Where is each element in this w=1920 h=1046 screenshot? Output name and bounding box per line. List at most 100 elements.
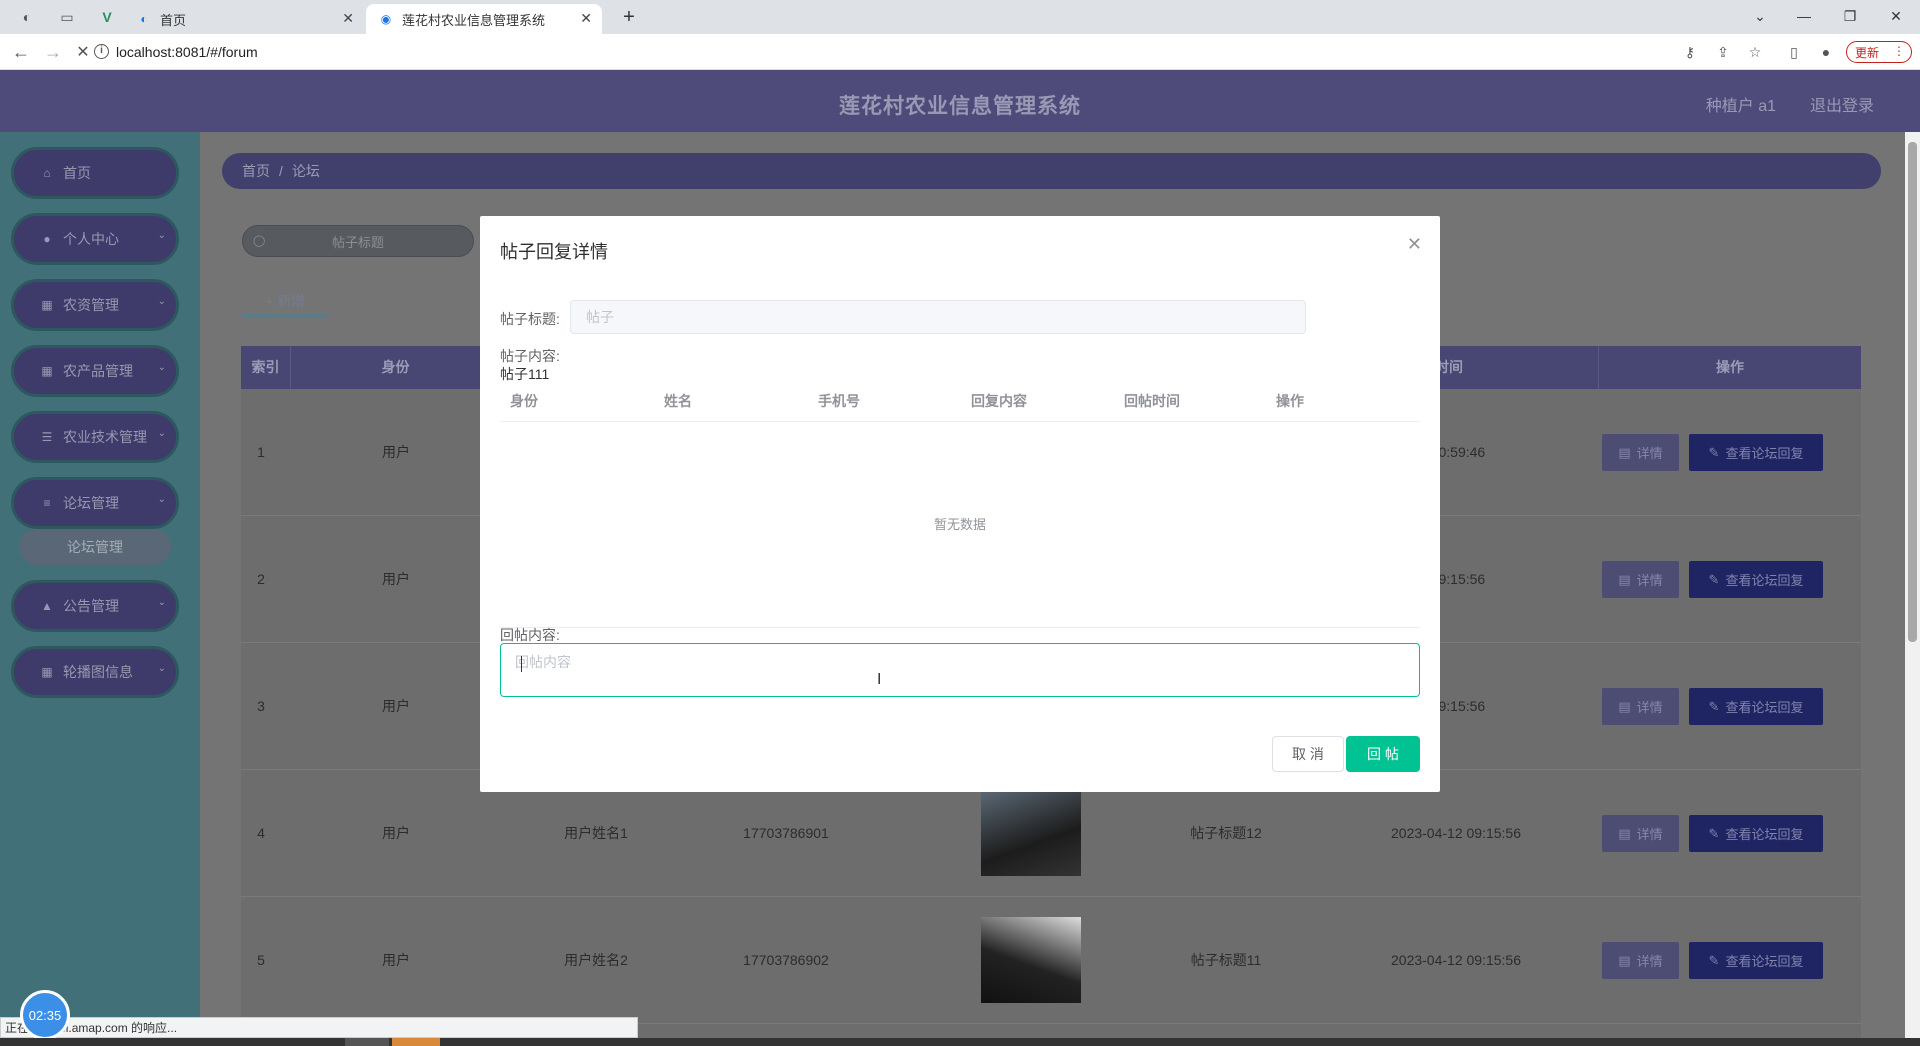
- breadcrumb-separator: /: [279, 163, 283, 179]
- add-button[interactable]: + 新增: [242, 287, 328, 317]
- submit-reply-button[interactable]: 回 帖: [1346, 736, 1420, 772]
- breadcrumb-home[interactable]: 首页: [242, 161, 270, 181]
- col-actions: 操作: [1276, 393, 1304, 409]
- back-icon[interactable]: ←: [10, 41, 32, 63]
- doc-icon: ▤: [1618, 952, 1631, 968]
- star-icon[interactable]: ☆: [1745, 42, 1765, 62]
- minimize-icon[interactable]: —: [1784, 4, 1824, 28]
- grid-icon: ▦: [41, 298, 53, 312]
- reply-detail-dialog: 帖子回复详情 ✕ 帖子标题: 帖子 帖子内容: 帖子111 身份 姓名 手机号 …: [480, 216, 1440, 792]
- sidebar-item-profile[interactable]: ● 个人中心 ⌄: [11, 213, 179, 265]
- address-bar: ← → ✕ i localhost:8081/#/forum ⚷ ⇪ ☆ ▯ ●…: [0, 34, 1920, 70]
- reply-textarea[interactable]: 回帖内容: [500, 643, 1420, 697]
- profile-icon[interactable]: ●: [1816, 42, 1836, 62]
- col-reply-content: 回复内容: [971, 393, 1027, 409]
- url-field[interactable]: localhost:8081/#/forum: [116, 41, 258, 63]
- cell-role: 用户: [382, 444, 410, 460]
- view-replies-button[interactable]: ✎ 查看论坛回复: [1689, 942, 1823, 979]
- edit-icon: ✎: [1708, 825, 1720, 841]
- col-actions: 操作: [1716, 359, 1744, 375]
- close-icon[interactable]: ✕: [1407, 234, 1422, 255]
- tab-search-icon[interactable]: ⌄: [1740, 4, 1780, 28]
- sidebar-item-notice[interactable]: ▲ 公告管理 ⌄: [11, 580, 179, 632]
- sidebar: ⌂ 首页 ● 个人中心 ⌄ ▦ 农资管理 ⌄ ▦ 农产品管理 ⌄ ☰ 农业技术管…: [0, 132, 200, 1046]
- post-content-label: 帖子内容:: [500, 348, 560, 364]
- chevron-down-icon: ⌄: [157, 230, 166, 241]
- dialog-title: 帖子回复详情: [500, 242, 608, 262]
- site-info-icon[interactable]: i: [94, 44, 109, 59]
- user-icon: ●: [43, 232, 51, 246]
- home-icon: ⌂: [43, 166, 51, 180]
- view-replies-button[interactable]: ✎ 查看论坛回复: [1689, 561, 1823, 598]
- col-phone: 手机号: [818, 393, 860, 409]
- sidebar-item-carousel[interactable]: ▦ 轮播图信息 ⌄: [11, 646, 179, 698]
- avatar-image: [981, 790, 1081, 876]
- logout-link[interactable]: 退出登录: [1810, 92, 1874, 116]
- sliders-icon: ☰: [41, 430, 53, 444]
- search-input[interactable]: ◯ 帖子标题: [242, 225, 474, 257]
- breadcrumb: 首页 / 论坛: [222, 153, 1881, 189]
- breadcrumb-current: 论坛: [291, 163, 320, 179]
- col-index: 索引: [241, 346, 291, 389]
- plus-icon: +: [264, 292, 274, 309]
- reply-table-header: 身份 姓名 手机号 回复内容 回帖时间 操作: [500, 380, 1420, 422]
- chevron-down-icon: ⌄: [157, 663, 166, 674]
- view-replies-button[interactable]: ✎ 查看论坛回复: [1689, 815, 1823, 852]
- vue-tab-icon[interactable]: V: [96, 6, 118, 28]
- edit-icon: ✎: [1708, 444, 1720, 460]
- sidebar-item-home[interactable]: ⌂ 首页: [11, 147, 179, 199]
- close-window-icon[interactable]: ✕: [1876, 4, 1916, 28]
- chevron-down-icon: ⌄: [157, 296, 166, 307]
- empty-state: 暂无数据: [500, 422, 1420, 628]
- sidebar-item-tech[interactable]: ☰ 农业技术管理 ⌄: [11, 411, 179, 463]
- restore-icon[interactable]: ❐: [1830, 4, 1870, 28]
- text-caret: [521, 656, 522, 672]
- cancel-button[interactable]: 取 消: [1272, 736, 1344, 772]
- sidebar-item-supplies[interactable]: ▦ 农资管理 ⌄: [11, 279, 179, 331]
- cell-index: 3: [257, 698, 265, 714]
- search-icon: ◯: [253, 235, 266, 247]
- doc-icon: ▤: [1618, 571, 1631, 587]
- chevron-down-icon: ⌄: [157, 597, 166, 608]
- browser-status-bar: 正在...ebapi.amap.com 的响应...: [0, 1017, 638, 1038]
- tab-app[interactable]: ◉ 莲花村农业信息管理系统 ✕: [366, 4, 602, 34]
- col-role: 身份: [291, 346, 501, 389]
- view-replies-button[interactable]: ✎ 查看论坛回复: [1689, 434, 1823, 471]
- post-title-label: 帖子标题:: [500, 311, 560, 327]
- chevron-down-icon: ⌄: [157, 362, 166, 373]
- key-icon[interactable]: ⚷: [1680, 42, 1700, 62]
- submenu-forum-management[interactable]: 论坛管理: [19, 529, 171, 565]
- close-tab-icon[interactable]: ✕: [342, 10, 354, 27]
- edit-icon: ✎: [1708, 952, 1720, 968]
- detail-button[interactable]: ▤ 详情: [1602, 561, 1679, 598]
- detail-button[interactable]: ▤ 详情: [1602, 815, 1679, 852]
- scrollbar-thumb[interactable]: [1908, 142, 1917, 642]
- pinned-tab-icon[interactable]: ◐: [16, 6, 38, 28]
- edit-icon: ✎: [1708, 698, 1720, 714]
- forward-icon[interactable]: →: [42, 41, 64, 63]
- cell-role: 用户: [382, 571, 410, 587]
- update-button[interactable]: 更新 ⋮: [1846, 41, 1912, 63]
- close-tab-icon[interactable]: ✕: [580, 10, 592, 27]
- cell-name: 用户姓名2: [564, 952, 628, 968]
- detail-button[interactable]: ▤ 详情: [1602, 942, 1679, 979]
- pinned-tab-icon[interactable]: ▭: [56, 6, 78, 28]
- reply-content-label: 回帖内容:: [500, 627, 560, 643]
- sidepanel-icon[interactable]: ▯: [1784, 42, 1804, 62]
- detail-button[interactable]: ▤ 详情: [1602, 688, 1679, 725]
- stop-loading-icon[interactable]: ✕: [72, 41, 94, 63]
- detail-button[interactable]: ▤ 详情: [1602, 434, 1679, 471]
- tab-home[interactable]: ◐ 首页 ✕: [124, 4, 364, 34]
- doc-icon: ▤: [1618, 698, 1631, 714]
- sidebar-item-products[interactable]: ▦ 农产品管理 ⌄: [11, 345, 179, 397]
- edit-icon: ✎: [1708, 571, 1720, 587]
- cell-index: 1: [257, 444, 265, 460]
- user-name: 种植户 a1: [1705, 98, 1776, 115]
- share-icon[interactable]: ⇪: [1713, 42, 1733, 62]
- browser-tab-bar: ◐ ▭ V ◐ 首页 ✕ ◉ 莲花村农业信息管理系统 ✕ + ⌄ — ❐ ✕: [0, 0, 1920, 34]
- new-tab-icon[interactable]: +: [616, 4, 642, 30]
- sidebar-item-forum[interactable]: ≡ 论坛管理 ⌄: [11, 477, 179, 529]
- floating-clock[interactable]: 02:35: [20, 990, 70, 1040]
- view-replies-button[interactable]: ✎ 查看论坛回复: [1689, 688, 1823, 725]
- page-scrollbar[interactable]: [1905, 132, 1920, 1046]
